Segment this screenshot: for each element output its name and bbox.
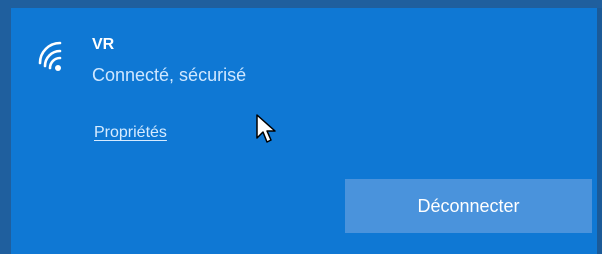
wifi-icon [38,41,62,71]
mouse-cursor-icon [256,114,276,143]
network-item-panel[interactable]: VR Connecté, sécurisé Propriétés Déconne… [11,8,597,254]
disconnect-button[interactable]: Déconnecter [345,179,592,233]
properties-link[interactable]: Propriétés [94,124,167,142]
panel-edge-divider [597,8,602,254]
network-status: Connecté, sécurisé [92,65,247,85]
network-flyout-frame: VR Connecté, sécurisé Propriétés Déconne… [0,0,602,254]
network-name: VR [92,36,115,53]
